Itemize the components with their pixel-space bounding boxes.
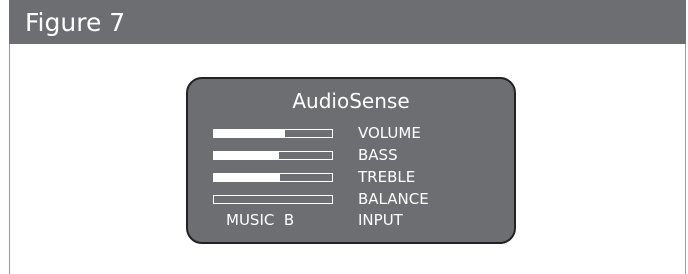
balance-label: BALANCE [358,190,429,208]
figure: Figure 7 AudioSense VOLUME BASS TREBLE B… [0,0,688,274]
input-value: MUSIC B [226,211,295,229]
treble-bar-fill [214,174,281,181]
audiosense-screen: AudioSense VOLUME BASS TREBLE BALANCE MU… [186,77,516,244]
figure-header: Figure 7 [9,0,686,44]
screen-title: AudioSense [292,89,410,113]
figure-title: Figure 7 [25,8,126,37]
input-label: INPUT [358,211,403,229]
bass-bar [213,151,333,160]
bass-bar-fill [214,152,279,159]
balance-bar [213,195,333,204]
volume-bar-fill [214,130,285,137]
treble-label: TREBLE [358,168,416,186]
bass-label: BASS [358,146,398,164]
volume-bar [213,129,333,138]
volume-label: VOLUME [358,124,421,142]
treble-bar [213,173,333,182]
